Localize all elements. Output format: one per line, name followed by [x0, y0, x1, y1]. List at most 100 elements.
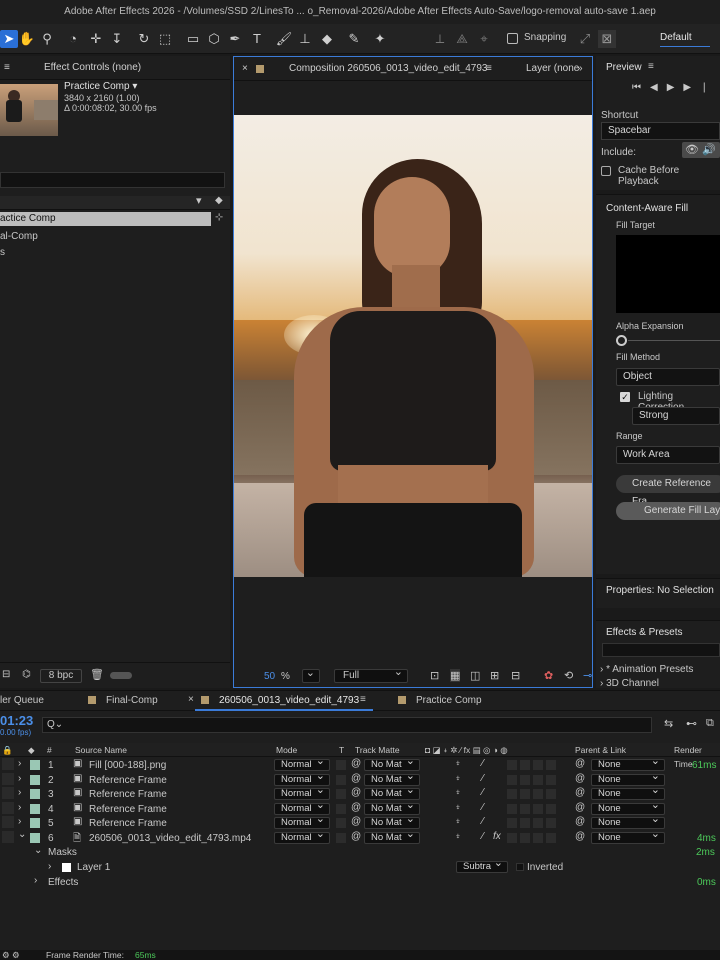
- create-reference-frame-button[interactable]: Create Reference Fra: [616, 475, 720, 507]
- motion-blur-toggle[interactable]: [520, 832, 530, 843]
- 3d-layer-toggle[interactable]: [546, 760, 556, 770]
- pick-whip-icon[interactable]: @: [575, 831, 585, 842]
- visibility-toggle[interactable]: [2, 772, 14, 785]
- animation-presets-item[interactable]: › * Animation Presets: [600, 664, 693, 675]
- collapse-icon[interactable]: ⌄: [18, 829, 26, 840]
- preserve-transparency-toggle[interactable]: [336, 774, 346, 785]
- shy-icon[interactable]: ⍖: [455, 816, 461, 827]
- shy-icon[interactable]: ⍖: [455, 773, 461, 784]
- motion-blur-toggle[interactable]: [520, 760, 530, 770]
- motion-blur-toggle[interactable]: [520, 774, 530, 785]
- project-search-input[interactable]: [0, 172, 225, 188]
- track-matte-dropdown[interactable]: No Mat: [364, 829, 420, 844]
- layer-row[interactable]: ›3▣Reference FrameNormal@No Mat⍖⁄@None: [0, 785, 720, 802]
- label-color-swatch[interactable]: [30, 760, 40, 770]
- pan-camera-tool-icon[interactable]: ✛: [87, 30, 105, 48]
- sort-down-icon[interactable]: ▾: [196, 194, 202, 207]
- layer-name[interactable]: Reference Frame: [89, 804, 167, 815]
- adjustment-toggle[interactable]: [533, 832, 543, 843]
- expand-icon[interactable]: ›: [18, 802, 21, 813]
- layer-name[interactable]: Reference Frame: [89, 775, 167, 786]
- region-of-interest-icon[interactable]: ⊡: [430, 669, 439, 682]
- adjustment-toggle[interactable]: [533, 818, 543, 828]
- rotate-tool-icon[interactable]: ↻: [135, 30, 153, 48]
- snapping-checkbox[interactable]: [507, 33, 518, 44]
- axis-world-icon[interactable]: ⟁: [453, 30, 471, 48]
- toggle-switches-icon[interactable]: ⚙ ⚙: [2, 950, 20, 960]
- brush-tool-icon[interactable]: 🖌: [275, 30, 293, 48]
- adjustment-toggle[interactable]: [533, 789, 543, 799]
- render-icon[interactable]: ⌬: [22, 669, 31, 680]
- preserve-transparency-toggle[interactable]: [336, 760, 346, 770]
- puppet-tool-icon[interactable]: ✦: [371, 30, 389, 48]
- mask-visibility-icon[interactable]: ◫: [470, 669, 480, 682]
- snapshot-icon[interactable]: ⊸: [583, 669, 592, 682]
- exposure-reset-icon[interactable]: ⟲: [564, 669, 573, 682]
- range-dropdown[interactable]: Work Area: [616, 446, 720, 464]
- include-toggles[interactable]: 👁 🔊: [682, 142, 720, 158]
- workspace-default[interactable]: Default: [660, 32, 692, 43]
- link-icon[interactable]: @: [351, 787, 361, 798]
- clone-stamp-tool-icon[interactable]: ⊥: [296, 30, 314, 48]
- lighting-checkbox[interactable]: ✓: [620, 392, 630, 402]
- snap-option-icon[interactable]: ⤢: [576, 30, 594, 48]
- shy-icon[interactable]: ⍖: [455, 758, 461, 769]
- effects-search-input[interactable]: [602, 643, 720, 657]
- expand-icon[interactable]: ›: [18, 816, 21, 827]
- motion-blur-toggle[interactable]: [520, 818, 530, 828]
- transparency-grid-icon[interactable]: ▦: [450, 669, 461, 682]
- panel-menu-icon[interactable]: ≡: [4, 56, 10, 80]
- expand-icon[interactable]: ›: [18, 773, 21, 784]
- close-tab-icon[interactable]: ×: [242, 57, 248, 81]
- adjustment-toggle[interactable]: [533, 803, 543, 814]
- pick-whip-icon[interactable]: @: [575, 816, 585, 827]
- tab-practice-comp[interactable]: Practice Comp: [416, 695, 482, 706]
- visibility-toggle[interactable]: [2, 801, 14, 814]
- layer-row[interactable]: ›1▣Fill [000-188].pngNormal@No Mat⍖⁄@Non…: [0, 756, 720, 773]
- label-color-swatch[interactable]: [30, 774, 40, 785]
- preserve-transparency-toggle[interactable]: [336, 789, 346, 799]
- composition-tab[interactable]: Composition 260506_0013_video_edit_4793: [289, 57, 488, 81]
- eraser-tool-icon[interactable]: ◆: [318, 30, 336, 48]
- cache-checkbox[interactable]: [601, 166, 611, 176]
- link-icon[interactable]: @: [351, 758, 361, 769]
- frame-blend-toggle[interactable]: [507, 774, 517, 785]
- shy-icon[interactable]: ⍖: [455, 831, 461, 842]
- lighting-dropdown[interactable]: Strong: [632, 407, 720, 425]
- frame-blend-toggle[interactable]: [507, 760, 517, 770]
- zoom-value[interactable]: 50: [264, 671, 275, 682]
- dolly-tool-icon[interactable]: ↧: [108, 30, 126, 48]
- adjustment-toggle[interactable]: [533, 760, 543, 770]
- blend-mode-dropdown[interactable]: Normal: [274, 829, 330, 844]
- composition-viewer[interactable]: [234, 115, 592, 577]
- label-color-swatch[interactable]: [30, 789, 40, 799]
- masks-expand-icon[interactable]: ⌄: [34, 845, 42, 856]
- selection-tool-icon[interactable]: ➤: [0, 30, 18, 48]
- rectangle-tool-icon[interactable]: ▭: [184, 30, 202, 48]
- audio-include-icon[interactable]: 🔊: [702, 143, 716, 156]
- motion-blur-toggle[interactable]: [520, 789, 530, 799]
- shy-icon[interactable]: ⍖: [455, 787, 461, 798]
- quality-icon[interactable]: ⁄: [482, 773, 484, 784]
- grid-icon[interactable]: ⊟: [511, 669, 520, 682]
- timeline-menu-icon[interactable]: ≡: [360, 694, 366, 705]
- roto-brush-tool-icon[interactable]: ✎: [345, 30, 363, 48]
- layer-row[interactable]: ⌄ 6 🗎 260506_0013_video_edit_4793.mp4 Normal…: [0, 829, 720, 846]
- layer-row[interactable]: ›4▣Reference FrameNormal@No Mat⍖⁄@None: [0, 800, 720, 817]
- trash-icon[interactable]: 🗑: [90, 668, 104, 681]
- quality-icon[interactable]: ⁄: [482, 831, 484, 842]
- type-tool-icon[interactable]: T: [248, 30, 266, 48]
- label-color-swatch[interactable]: [30, 832, 40, 843]
- fill-method-dropdown[interactable]: Object: [616, 368, 720, 386]
- pick-whip-icon[interactable]: @: [575, 787, 585, 798]
- axis-view-icon[interactable]: ⌖: [475, 30, 493, 48]
- shortcut-dropdown[interactable]: Spacebar: [601, 122, 720, 140]
- expand-icon[interactable]: ›: [18, 787, 21, 798]
- visibility-toggle[interactable]: [2, 758, 14, 770]
- 3d-layer-toggle[interactable]: [546, 789, 556, 799]
- 3d-layer-toggle[interactable]: [546, 832, 556, 843]
- layer-name[interactable]: 260506_0013_video_edit_4793.mp4: [89, 833, 251, 844]
- link-icon[interactable]: @: [351, 773, 361, 784]
- comp-mini-flowchart-icon[interactable]: ⇆: [664, 717, 673, 730]
- more-tabs-icon[interactable]: »: [577, 57, 583, 81]
